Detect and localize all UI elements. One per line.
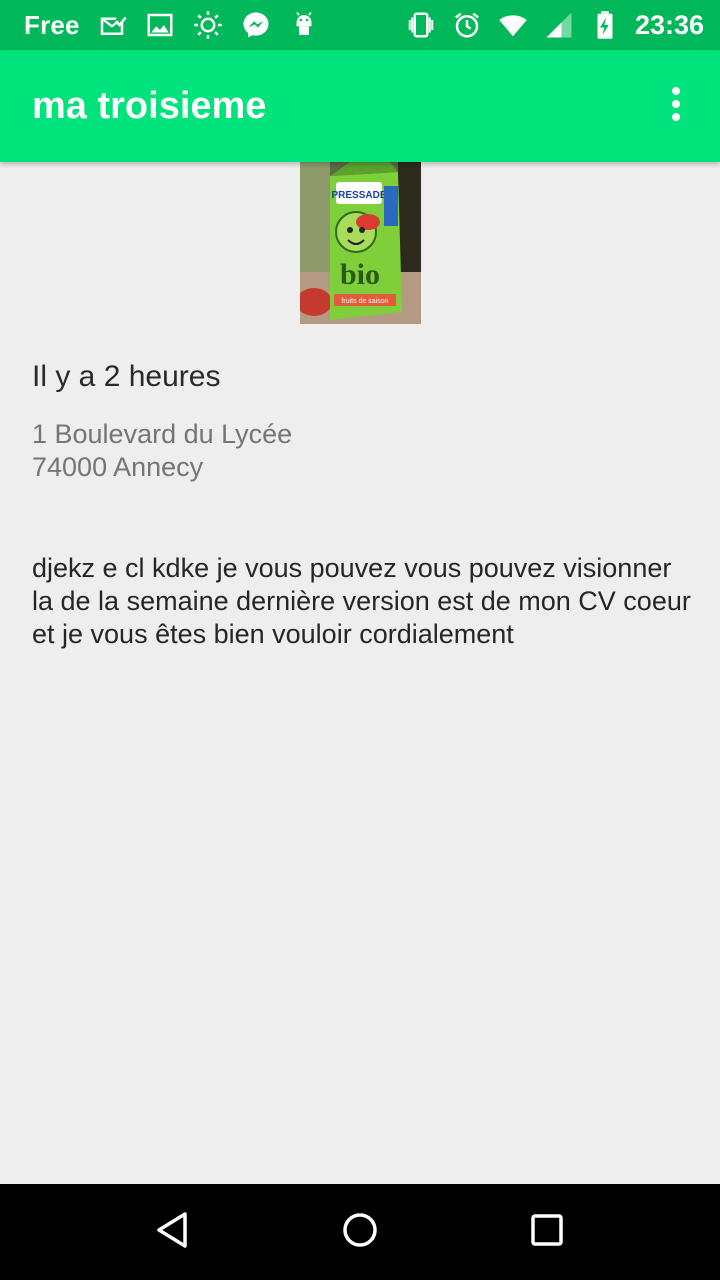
time-ago: Il y a 2 heures <box>32 360 221 393</box>
more-options-button[interactable] <box>644 66 708 146</box>
photo-brand-text: PRESSADE <box>331 190 386 201</box>
nav-bar <box>0 1184 720 1280</box>
item-photo[interactable]: PRESSADE bio fruits de saison <box>300 162 421 324</box>
wifi-icon <box>497 9 529 41</box>
app-bar: ma troisieme <box>0 50 720 162</box>
recents-button[interactable] <box>507 1192 587 1272</box>
mail-icon <box>96 9 128 41</box>
android-icon <box>288 9 320 41</box>
more-vert-icon <box>670 86 682 127</box>
image-icon <box>144 9 176 41</box>
description: djekz e cl kdke je vous pouvez vous pouv… <box>32 553 691 649</box>
photo-product-text: bio <box>340 258 380 291</box>
messenger-icon <box>240 9 272 41</box>
recents-icon <box>527 1210 567 1255</box>
clock: 23:36 <box>634 9 704 40</box>
home-icon <box>340 1210 380 1255</box>
status-bar: Free 23:36 <box>0 0 720 50</box>
back-button[interactable] <box>133 1192 213 1272</box>
signal-icon <box>543 9 575 41</box>
page-title: ma troisieme <box>32 84 267 127</box>
brightness-icon <box>192 9 224 41</box>
address-line1: 1 Boulevard du Lycée <box>32 419 293 449</box>
carrier-label: Free <box>24 9 80 40</box>
address: 1 Boulevard du Lycée 74000 Annecy <box>32 418 292 484</box>
back-icon <box>153 1210 193 1255</box>
address-line2: 74000 Annecy <box>32 452 204 482</box>
home-button[interactable] <box>320 1192 400 1272</box>
alarm-icon <box>451 9 483 41</box>
vibrate-icon <box>405 9 437 41</box>
battery-charging-icon <box>589 9 621 41</box>
photo-flavor-text: fruits de saison <box>341 298 388 305</box>
